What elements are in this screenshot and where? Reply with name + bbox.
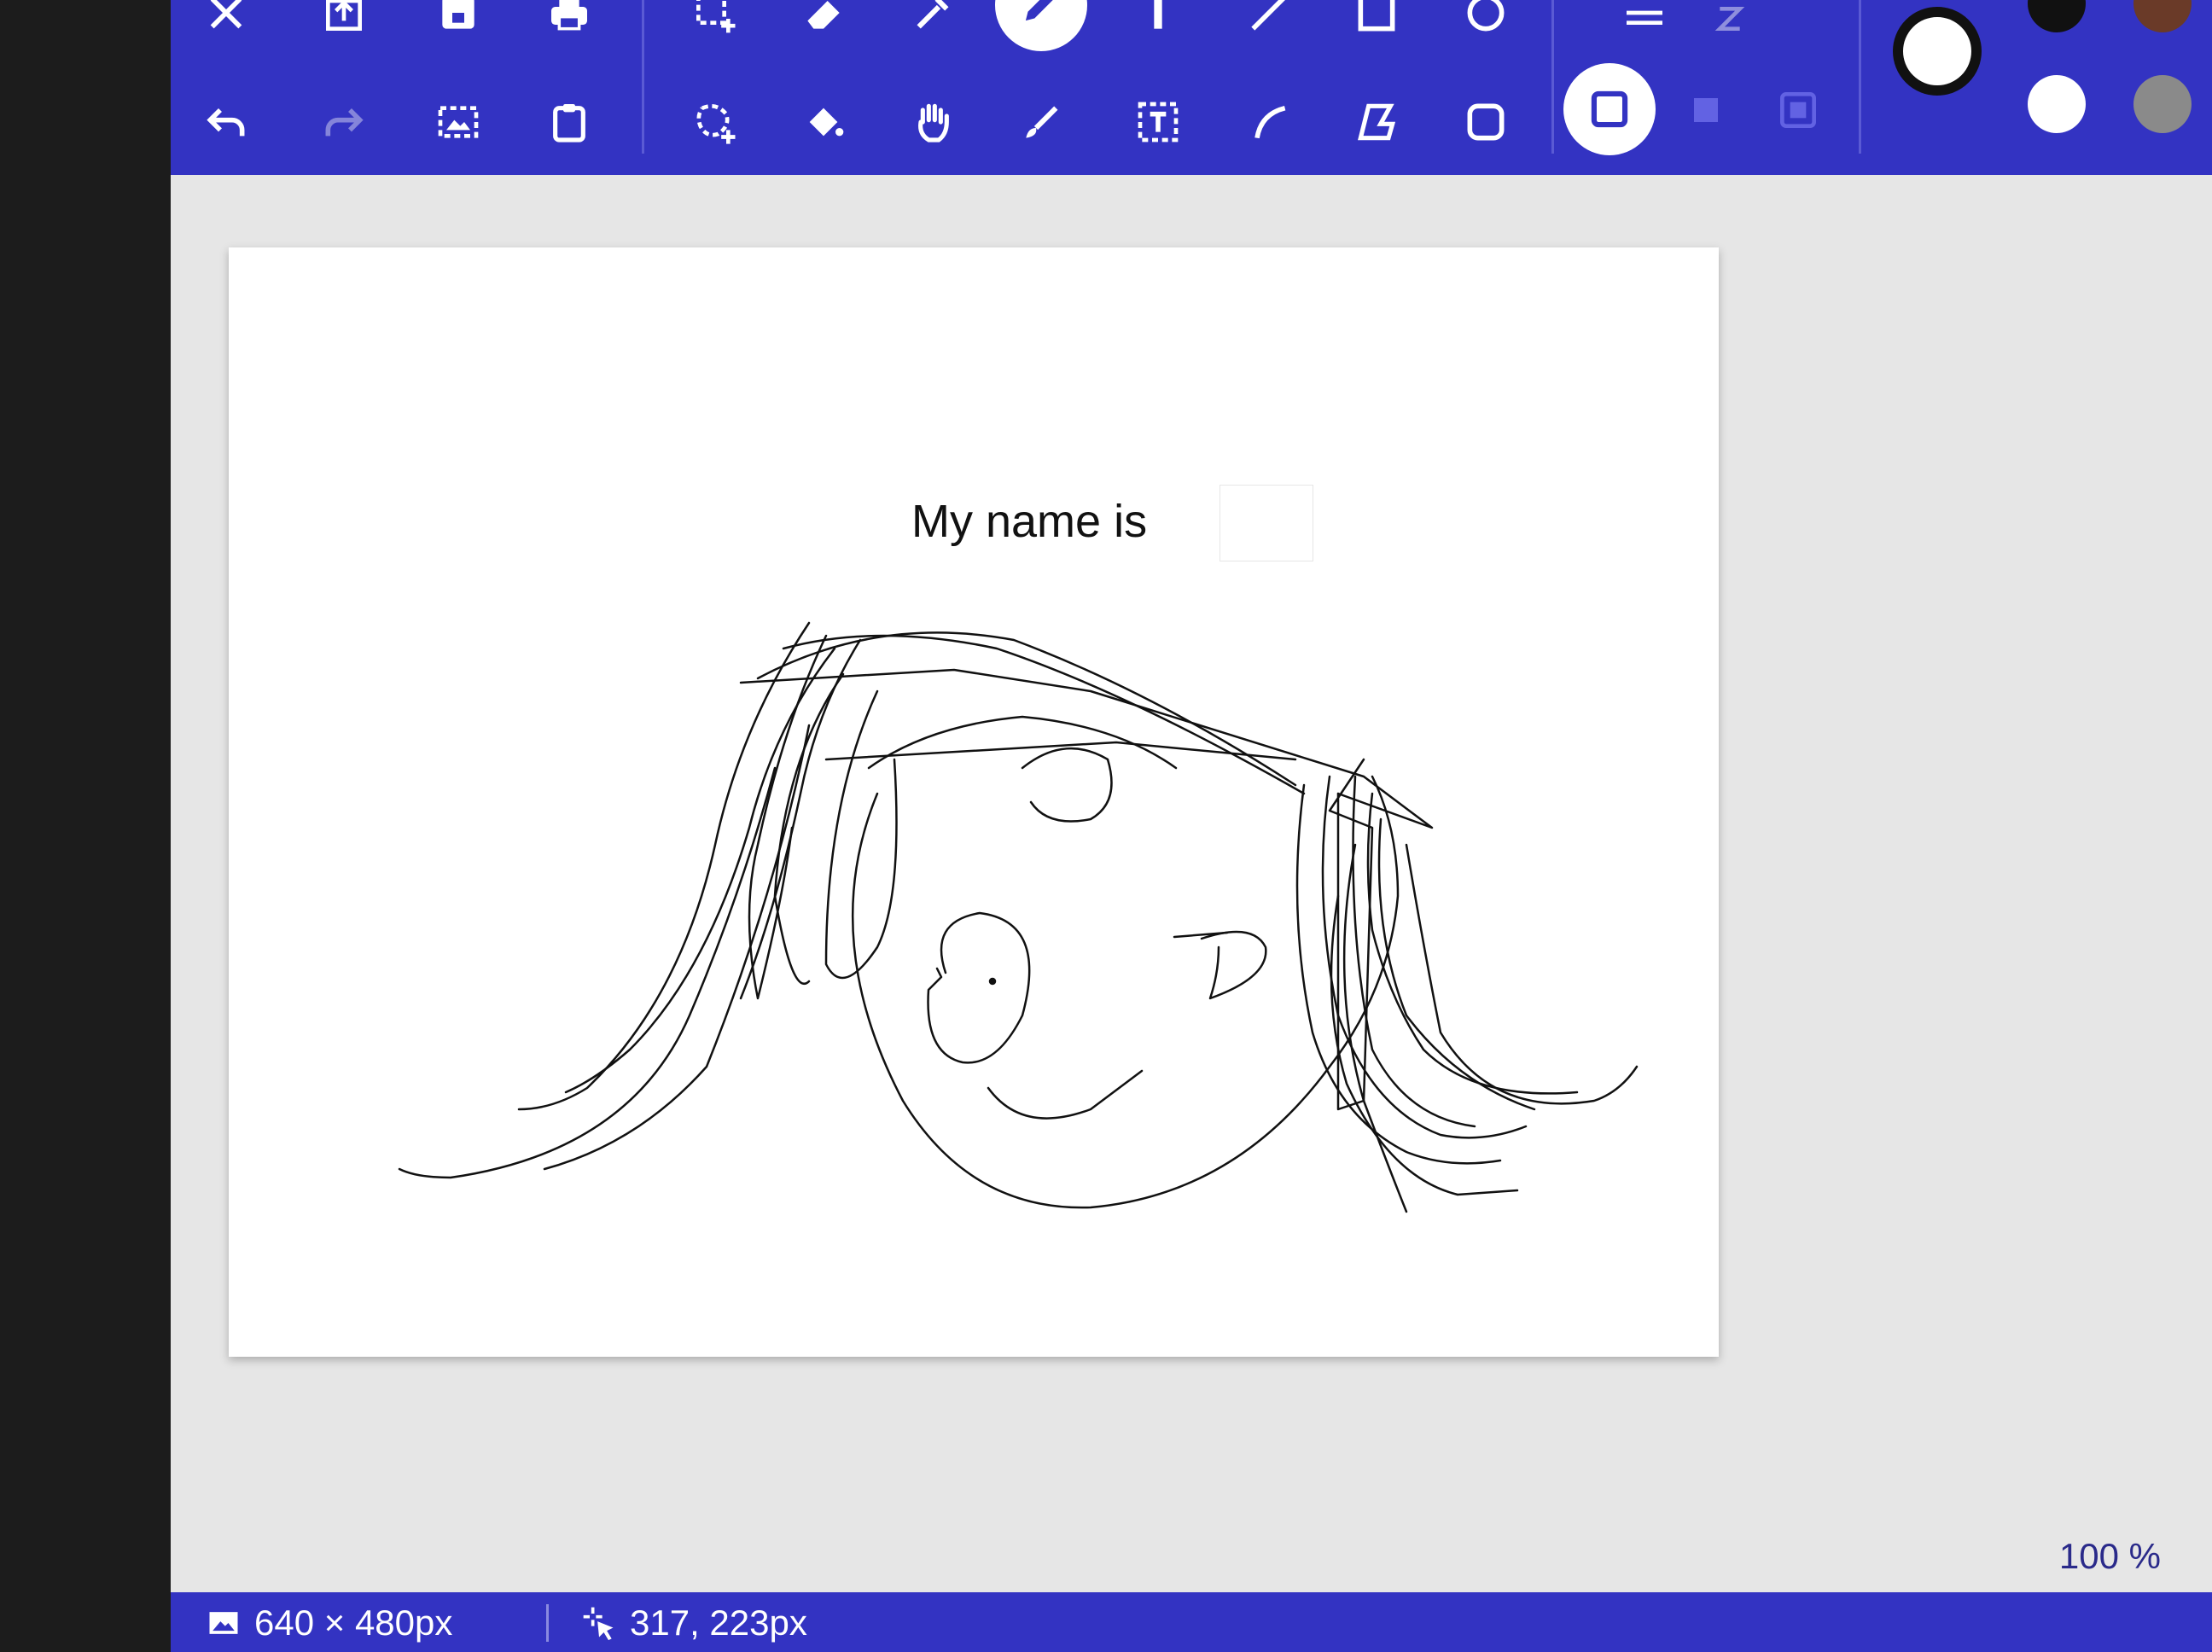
drawing-canvas[interactable]: My name is [229,247,1719,1357]
zoom-level[interactable]: 100 % [2059,1536,2161,1577]
line-width-icon[interactable] [1613,0,1676,44]
palette-color-gray[interactable] [2133,75,2192,133]
line-width-value-icon [1698,0,1761,44]
cursor-position-status: 317, 223px [580,1603,807,1643]
cursor-crosshair-icon [583,1607,614,1641]
curve-icon[interactable] [1237,90,1301,154]
hand-pan-icon[interactable] [901,90,964,154]
toolbar-separator [1551,0,1554,154]
select-add-icon[interactable] [683,0,746,44]
print-icon[interactable] [538,0,601,44]
cursor-position-text: 317, 223px [630,1603,807,1643]
ellipse-icon[interactable] [1454,0,1517,44]
status-separator [546,1604,549,1642]
outline-shape-icon[interactable] [1563,63,1656,155]
line-icon[interactable] [1126,0,1190,44]
save-icon[interactable] [427,0,490,44]
toolbar-separator [642,0,644,154]
polygon-icon[interactable] [1345,90,1408,154]
face-sketch [398,621,1639,1213]
eraser-icon[interactable] [792,0,855,44]
text-tool-icon[interactable] [1126,90,1190,154]
image-size-status: 640 × 480px [205,1603,452,1643]
image-icon [209,1612,238,1634]
image-select-icon[interactable] [427,90,490,154]
undo-icon[interactable] [195,90,258,154]
line-draw-icon[interactable] [1237,0,1301,44]
palette-color-brown[interactable] [2133,0,2192,32]
paint-app-window: My name is 100 % 640 × 480px 317, 223px [171,0,2212,1652]
redo-icon[interactable] [312,90,375,154]
pencil-icon[interactable] [995,0,1087,51]
close-icon[interactable] [195,0,258,44]
image-size-text: 640 × 480px [254,1603,453,1643]
color-picker-icon[interactable] [901,0,964,44]
free-select-icon[interactable] [683,90,746,154]
palette-color-white[interactable] [2028,75,2086,133]
rounded-rect-icon[interactable] [1454,90,1517,154]
rectangle-icon[interactable] [1345,0,1408,44]
palette-color-black[interactable] [2028,0,2086,32]
toolbar-separator [1859,0,1861,154]
fill-bucket-icon[interactable] [792,90,855,154]
status-bar: 640 × 480px 317, 223px [171,1592,2212,1652]
toolbar [171,0,2212,175]
clipboard-icon[interactable] [538,90,601,154]
primary-color-swatch[interactable] [1893,7,1982,96]
export-icon[interactable] [312,0,375,44]
brush-icon[interactable] [1010,90,1074,154]
outline-filled-shape-icon[interactable] [1767,79,1830,142]
filled-shape-icon[interactable] [1674,79,1738,142]
